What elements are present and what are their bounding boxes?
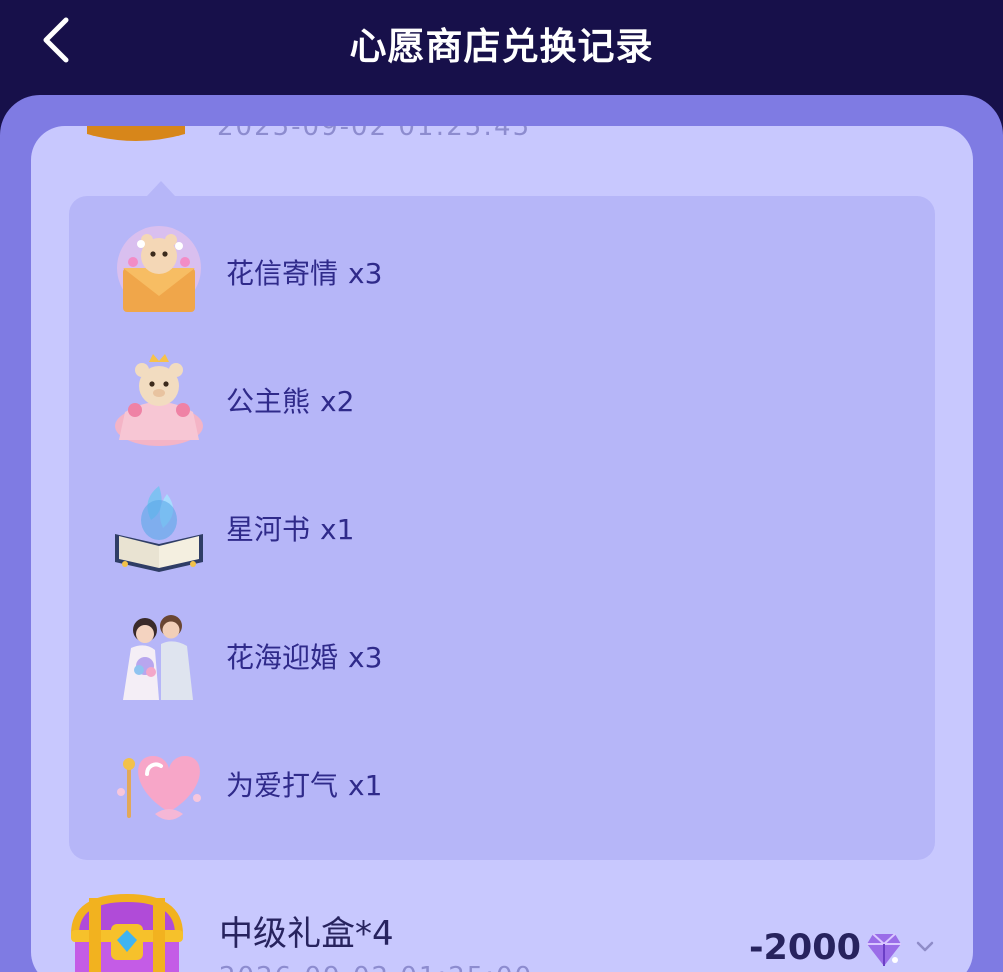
record-card: 2025-09-02 01:25:45 花信寄情 x3 公主熊 x2 星河书 x… [31,126,973,972]
pink-heart-balloon-icon [117,756,201,820]
list-item: 公主熊 x2 [69,340,935,460]
treasure-chest-icon [71,893,183,972]
chevron-down-icon[interactable] [915,940,935,954]
gift-name: 花信寄情 [226,257,339,290]
gift-quantity: x3 [348,641,383,674]
list-item: 为爱打气 x1 [69,724,935,844]
record-title: 中级礼盒*4 [219,914,394,954]
treasure-chest-icon [87,126,185,141]
detail-pointer [147,181,175,196]
page-title: 心愿商店兑换记录 [349,25,654,68]
gift-quantity: x3 [348,257,383,290]
gift-name: 为爱打气 [226,769,339,802]
list-item: 花信寄情 x3 [69,212,935,332]
previous-record-time: 2025-09-02 01:25:45 [217,126,532,142]
gift-name: 公主熊 [226,385,311,418]
gift-quantity: x1 [320,513,355,546]
gift-name: 花海迎婚 [226,641,339,674]
previous-record[interactable]: 2025-09-02 01:25:45 [31,126,973,186]
gift-detail-list: 花信寄情 x3 公主熊 x2 星河书 x1 花海迎婚 x3 为爱打气 x1 [69,196,935,860]
flower-letter-envelope-icon [117,226,201,312]
gift-quantity: x1 [348,769,383,802]
gift-name: 星河书 [226,513,311,546]
list-item: 花海迎婚 x3 [69,596,935,716]
record-amount: -2000 [749,928,861,968]
record-time: 2026-09-02 01:25:00 [219,962,533,972]
wedding-couple-icon [123,615,193,700]
exchange-record[interactable]: 中级礼盒*4 2026-09-02 01:25:00 -2000 [31,886,973,972]
top-bar: 心愿商店兑换记录 [0,0,1003,95]
gift-quantity: x2 [320,385,355,418]
list-item: 星河书 x1 [69,468,935,588]
purple-gem-icon [867,933,901,966]
princess-bear-icon [115,354,203,446]
starry-book-icon [115,486,203,572]
